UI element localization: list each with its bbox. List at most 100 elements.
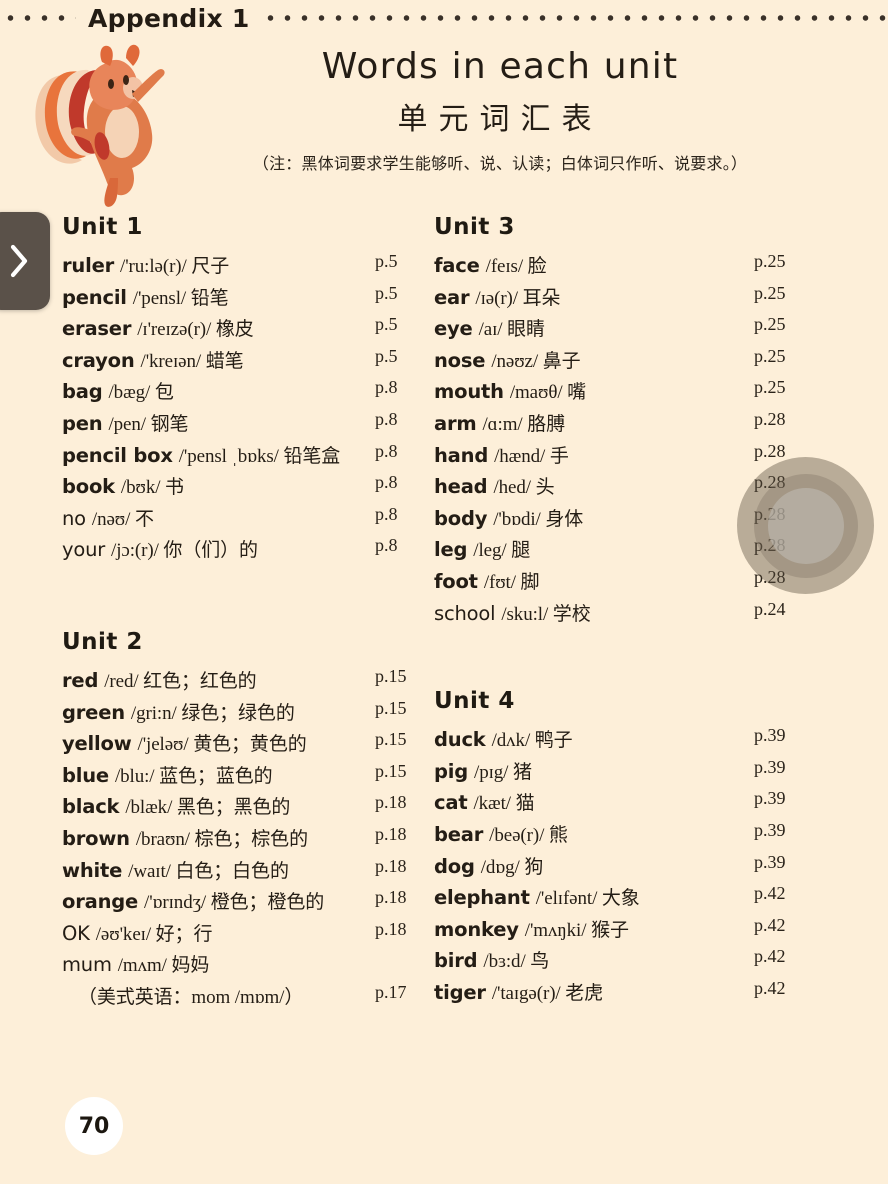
word-entry[interactable]: black/blæk/ 黑色；黑色的 p.18 (62, 792, 407, 824)
entry-phonetic-and-gloss: /dʌk/ 鸭子 (491, 730, 573, 752)
word-entry[interactable]: your/jɔ:(r)/ 你（们）的 p.8 (62, 535, 398, 567)
entry-page-reference: p.39 (754, 756, 786, 777)
entry-phonetic-and-gloss: /maʊθ/ 嘴 (509, 382, 587, 404)
entry-phonetic-and-gloss: /leg/ 腿 (473, 540, 531, 562)
next-page-button[interactable] (0, 212, 50, 310)
word-entry[interactable]: body/'bɒdi/ 身体 p.28 (434, 504, 786, 536)
entry-page-reference: p.8 (375, 472, 398, 493)
entry-word: body (434, 506, 488, 530)
word-entry[interactable]: （美式英语：mom /mɒm/） p.17 (62, 982, 407, 1014)
word-entry[interactable]: eye/aɪ/ 眼睛 p.25 (434, 314, 786, 346)
entry-page-reference: p.25 (754, 282, 786, 303)
word-entry[interactable]: crayon/'kreɪən/ 蜡笔 p.5 (62, 346, 398, 378)
entry-word: pig (434, 759, 469, 783)
entry-page-reference: p.42 (754, 883, 786, 904)
entry-word: blue (62, 763, 109, 787)
word-entry[interactable]: hand/hænd/ 手 p.28 (434, 441, 786, 473)
word-entry[interactable]: arm/ɑ:m/ 胳膊 p.28 (434, 408, 786, 441)
entry-phonetic-and-gloss: /gri:n/ 绿色；绿色的 (130, 702, 295, 724)
entry-phonetic-and-gloss: /ɑ:m/ 胳膊 (482, 413, 566, 435)
entry-word: bag (62, 380, 103, 404)
entry-word: eraser (62, 317, 132, 341)
word-entry[interactable]: mouth/maʊθ/ 嘴 p.25 (434, 377, 786, 409)
entry-phonetic-and-gloss: /sku:l/ 学校 (501, 603, 591, 625)
word-entry[interactable]: red/red/ 红色；红色的 p.15 (62, 666, 407, 698)
word-entry[interactable]: bag/bæg/ 包 p.8 (62, 377, 398, 409)
word-entry[interactable]: head/hed/ 头 p.28 (434, 472, 786, 504)
entry-phonetic-and-gloss: /'ru:lə(r)/ 尺子 (120, 256, 230, 277)
word-entry[interactable]: bird/bɜ:d/ 鸟 p.42 (434, 946, 786, 978)
entry-page-reference: p.18 (375, 823, 407, 844)
entry-phonetic-and-gloss: /kæt/ 猫 (473, 793, 535, 815)
word-entry[interactable]: ruler/'ru:lə(r)/ 尺子 p.5 (62, 251, 398, 283)
word-entry[interactable]: eraser/ɪ'reɪzə(r)/ 橡皮 p.5 (62, 314, 398, 346)
entry-page-reference: p.42 (754, 946, 786, 967)
entry-phonetic-and-gloss: /bæg/ 包 (108, 382, 174, 404)
entry-word: hand (434, 443, 489, 467)
word-entry[interactable]: blue/blu:/ 蓝色；蓝色的 p.15 (62, 761, 407, 793)
entry-phonetic-and-gloss: /'pensl/ 铅笔 (132, 287, 229, 309)
word-entry[interactable]: OK/əʊ'keɪ/ 好；行 p.18 (62, 919, 407, 951)
entry-word: brown (62, 826, 130, 850)
word-entry[interactable]: green/gri:n/ 绿色；绿色的 p.15 (62, 698, 407, 730)
entry-word: your (62, 538, 106, 562)
word-entry[interactable]: pen/pen/ 钢笔 p.8 (62, 409, 398, 441)
entry-word: pen (62, 411, 103, 435)
entry-word: mum (62, 953, 112, 977)
entry-page-reference: p.42 (754, 914, 786, 935)
entry-page-reference: p.5 (375, 314, 398, 335)
word-entry[interactable]: elephant/'elɪfənt/ 大象 p.42 (434, 883, 786, 915)
word-entry[interactable]: brown/braʊn/ 棕色；棕色的 p.18 (62, 824, 407, 856)
entry-word: leg (434, 538, 468, 562)
word-entry[interactable]: monkey/'mʌŋki/ 猴子 p.42 (434, 914, 786, 947)
entry-page-reference: p.39 (754, 788, 786, 809)
entry-page-reference: p.8 (375, 535, 398, 556)
entry-word: white (62, 858, 123, 882)
entry-phonetic-and-gloss: /əʊ'keɪ/ 好；行 (95, 923, 213, 945)
entry-phonetic-and-gloss: /hed/ 头 (493, 477, 555, 499)
chevron-right-icon (10, 244, 28, 278)
page-header: Words in each unit 单元词汇表 （注：黑体词要求学生能够听、说… (180, 46, 820, 174)
word-entry[interactable]: white/waɪt/ 白色；白色的 p.18 (62, 856, 407, 888)
entry-phonetic-and-gloss: /waɪt/ 白色；白色的 (128, 860, 289, 882)
word-entry[interactable]: mum/mʌm/ 妈妈 (62, 950, 392, 982)
word-entry[interactable]: cat/kæt/ 猫 p.39 (434, 788, 786, 820)
word-entry[interactable]: pencil/'pensl/ 铅笔 p.5 (62, 283, 398, 315)
entry-word: arm (434, 411, 477, 435)
word-entry[interactable]: ear/ɪə(r)/ 耳朵 p.25 (434, 282, 786, 315)
word-entry[interactable]: leg/leg/ 腿 p.28 (434, 535, 786, 567)
entry-word: no (62, 506, 86, 530)
entry-page-reference: p.25 (754, 345, 786, 366)
word-entry[interactable]: no/nəʊ/ 不 p.8 (62, 504, 398, 536)
word-entry[interactable]: pencil box/'pensl ˌbɒks/ 铅笔盒 p.8 (62, 441, 398, 473)
word-entry[interactable]: face/feɪs/ 脸 p.25 (434, 251, 786, 283)
word-entry[interactable]: yellow/'jeləʊ/ 黄色；黄色的 p.15 (62, 729, 407, 761)
word-entry[interactable]: duck/dʌk/ 鸭子 p.39 (434, 725, 786, 757)
entry-phonetic-and-gloss: /aɪ/ 眼睛 (478, 319, 545, 341)
word-entry[interactable]: dog/dɒg/ 狗 p.39 (434, 852, 786, 884)
entry-page-reference: p.18 (375, 887, 407, 908)
word-entry[interactable]: school/sku:l/ 学校 p.24 (434, 599, 786, 631)
entry-page-reference: p.5 (375, 345, 398, 366)
entry-page-reference: p.8 (375, 377, 398, 398)
word-entry[interactable]: bear/beə(r)/ 熊 p.39 (434, 820, 786, 852)
word-entry[interactable]: nose/nəʊz/ 鼻子 p.25 (434, 345, 786, 378)
unit-3-entries: face/feɪs/ 脸 p.25 ear/ɪə(r)/ 耳朵 p.25 eye/aɪ/… (434, 251, 786, 631)
entry-page-reference: p.18 (375, 918, 407, 939)
entry-phonetic-and-gloss: /nəʊ/ 不 (91, 508, 154, 530)
word-entry[interactable]: foot/fʊt/ 脚 p.28 (434, 567, 786, 599)
unit-section-3: Unit 3 face/feɪs/ 脸 p.25 ear/ɪə(r)/ 耳朵 p.25… (434, 214, 786, 631)
entry-page-reference: p.5 (375, 282, 398, 303)
entry-page-reference: p.25 (754, 314, 786, 335)
entry-page-reference: p.15 (375, 665, 407, 686)
entry-word: school (434, 601, 496, 625)
entry-page-reference: p.28 (754, 408, 786, 429)
word-entry[interactable]: orange/'ɒrɪndʒ/ 橙色；橙色的 p.18 (62, 887, 407, 919)
entry-page-reference: p.18 (375, 855, 407, 876)
entry-word: black (62, 795, 120, 819)
word-entry[interactable]: pig/pɪg/ 猪 p.39 (434, 756, 786, 789)
word-entry[interactable]: tiger/'taɪgə(r)/ 老虎 p.42 (434, 978, 786, 1010)
word-entry[interactable]: book/bʊk/ 书 p.8 (62, 472, 398, 504)
entry-phonetic-and-gloss: /ɪə(r)/ 耳朵 (475, 287, 561, 309)
entry-phonetic-and-gloss: /'pensl ˌbɒks/ 铅笔盒 (178, 445, 341, 467)
